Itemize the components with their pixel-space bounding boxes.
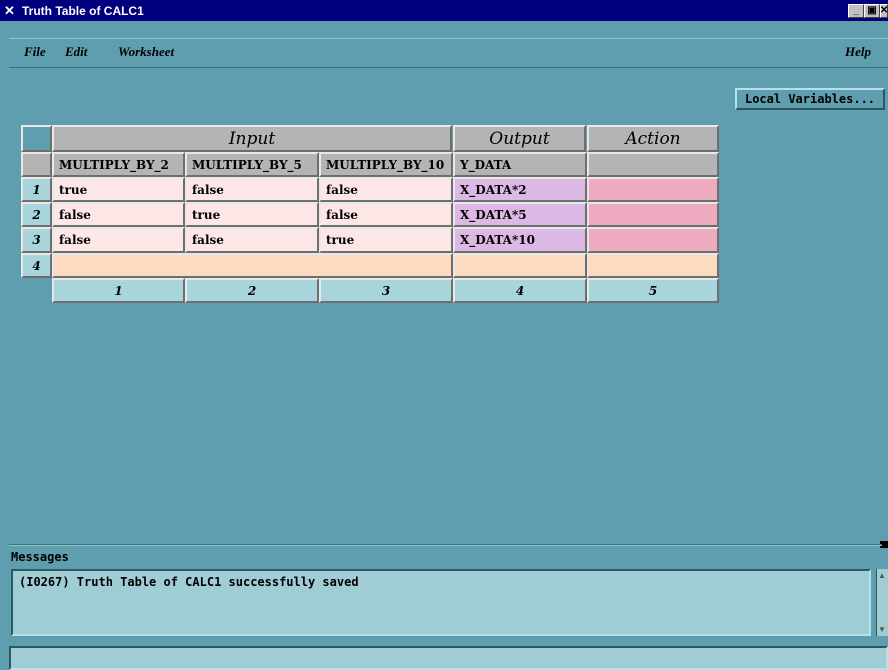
status-bar [9,646,888,670]
table-cell-output[interactable]: X_DATA*10 [453,227,587,253]
column-number[interactable]: 2 [185,278,319,303]
message-text: (I0267) Truth Table of CALC1 successfull… [19,575,359,589]
table-cell[interactable]: false [52,202,185,227]
column-name-input-3[interactable]: MULTIPLY_BY_10 [319,152,453,177]
group-header-action: Action [587,125,719,152]
menu-help[interactable]: Help [845,44,871,60]
table-cell[interactable]: true [52,177,185,202]
column-name-corner [21,152,52,177]
scroll-up-icon[interactable]: ▲ [878,571,886,580]
close-button[interactable]: ✕ [880,3,888,18]
messages-scrollbar[interactable]: ▲ ▼ [876,569,888,636]
column-name-action[interactable] [587,152,719,177]
menu-bar: File Edit Worksheet Help [9,38,888,68]
column-name-input-1[interactable]: MULTIPLY_BY_2 [52,152,185,177]
messages-divider [9,544,882,546]
messages-panel: (I0267) Truth Table of CALC1 successfull… [11,569,871,636]
menu-worksheet[interactable]: Worksheet [118,44,174,60]
table-corner [21,125,52,152]
maximize-button[interactable]: ▣ [864,3,880,18]
row-number[interactable]: 2 [21,202,52,227]
local-variables-button[interactable]: Local Variables... [735,88,885,110]
table-cell[interactable]: false [52,227,185,253]
row-number[interactable]: 1 [21,177,52,202]
row-number[interactable]: 3 [21,227,52,253]
title-bar: ✕ Truth Table of CALC1 _ ▣ ✕ [0,0,888,21]
column-number[interactable]: 4 [453,278,587,303]
table-cell-action[interactable] [587,227,719,253]
menu-file[interactable]: File [24,44,46,60]
column-number[interactable]: 1 [52,278,185,303]
column-name-input-2[interactable]: MULTIPLY_BY_5 [185,152,319,177]
table-cell[interactable]: true [185,202,319,227]
table-cell[interactable]: true [319,227,453,253]
table-cell[interactable]: false [185,227,319,253]
new-row-input-cell[interactable] [52,253,453,278]
window-title: Truth Table of CALC1 [22,3,144,18]
row-number[interactable]: 4 [21,253,52,278]
app-x-icon: ✕ [4,2,15,18]
table-cell-action[interactable] [587,177,719,202]
column-number[interactable]: 5 [587,278,719,303]
table-cell-output[interactable]: X_DATA*5 [453,202,587,227]
column-number[interactable]: 3 [319,278,453,303]
table-cell[interactable]: false [185,177,319,202]
group-header-output: Output [453,125,586,152]
scroll-down-icon[interactable]: ▼ [878,625,886,634]
column-name-output[interactable]: Y_DATA [453,152,587,177]
menu-edit[interactable]: Edit [65,44,87,60]
messages-label: Messages [11,550,69,564]
new-row-output-cell[interactable] [453,253,587,278]
group-header-input: Input [52,125,452,152]
table-cell[interactable]: false [319,202,453,227]
table-cell[interactable]: false [319,177,453,202]
table-cell-output[interactable]: X_DATA*2 [453,177,587,202]
minimize-button[interactable]: _ [848,3,864,18]
new-row-action-cell[interactable] [587,253,719,278]
table-cell-action[interactable] [587,202,719,227]
